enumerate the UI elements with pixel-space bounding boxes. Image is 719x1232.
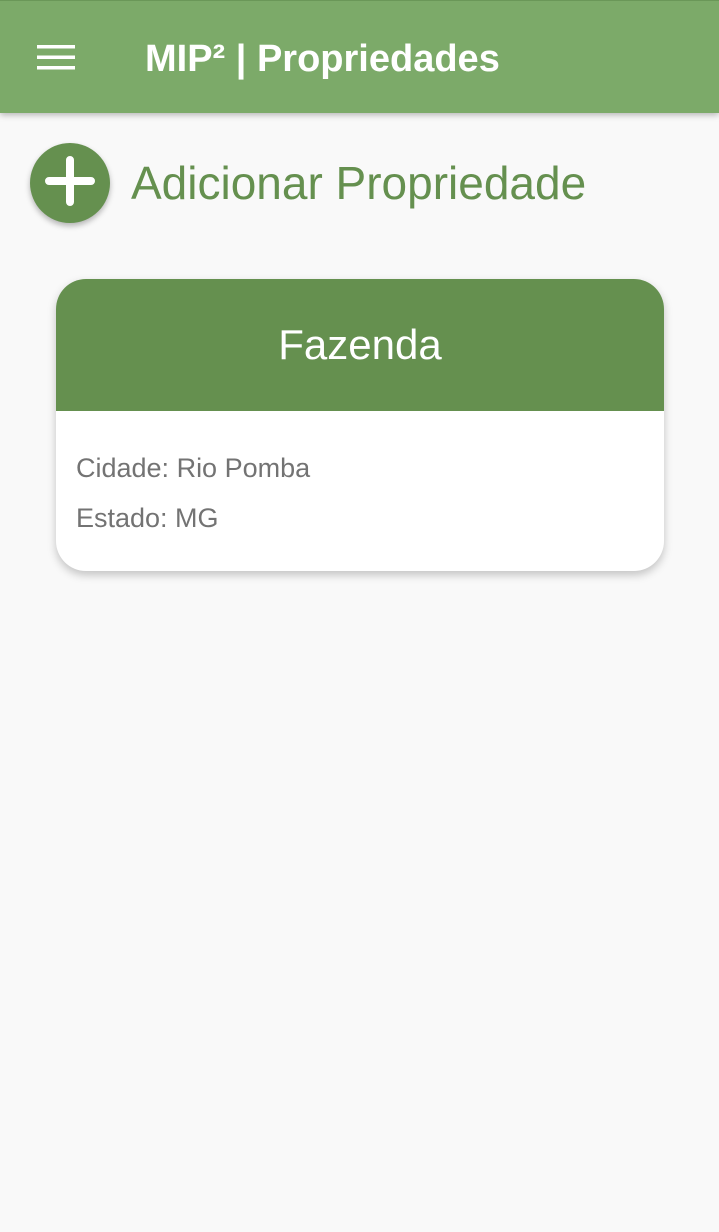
property-card[interactable]: Fazenda Cidade: Rio Pomba Estado: MG <box>56 279 664 571</box>
menu-button[interactable] <box>20 23 92 91</box>
add-property-label[interactable]: Adicionar Propriedade <box>131 155 586 211</box>
property-card-body: Cidade: Rio Pomba Estado: MG <box>56 411 664 543</box>
property-card-header: Fazenda <box>56 279 664 411</box>
hamburger-menu-icon <box>37 43 75 71</box>
add-property-button[interactable] <box>30 143 110 223</box>
property-city: Cidade: Rio Pomba <box>76 453 311 483</box>
page-title: MIP² | Propriedades <box>145 38 500 80</box>
add-property-row[interactable]: Adicionar Propriedade <box>30 143 586 223</box>
property-name: Fazenda <box>278 321 442 368</box>
app-bar: MIP² | Propriedades <box>0 0 719 113</box>
property-state: Estado: MG <box>76 503 219 533</box>
plus-icon <box>43 154 97 213</box>
